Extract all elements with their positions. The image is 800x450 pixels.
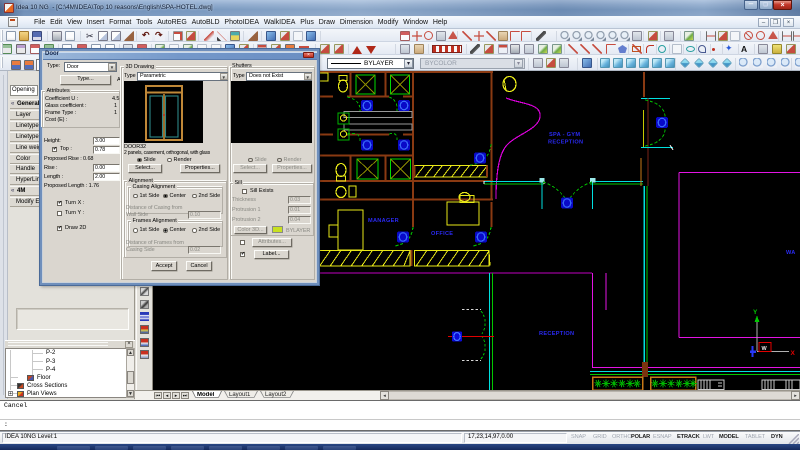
svg-text:X: X xyxy=(791,350,796,357)
svg-text:W: W xyxy=(762,346,768,352)
svg-text:MANAGER: MANAGER xyxy=(368,218,399,224)
svg-text:Y: Y xyxy=(753,309,758,316)
svg-text:RECEPTION: RECEPTION xyxy=(539,331,574,337)
svg-text:SPA - GYM: SPA - GYM xyxy=(549,132,580,138)
svg-text:OFFICE: OFFICE xyxy=(431,231,453,237)
svg-text:WA: WA xyxy=(786,250,796,256)
svg-text:RECEPTION: RECEPTION xyxy=(548,140,583,146)
